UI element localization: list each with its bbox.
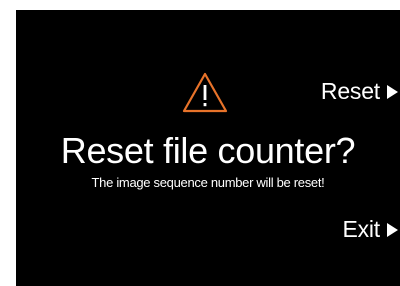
play-arrow-icon <box>387 222 398 237</box>
exit-button[interactable]: Exit <box>342 216 398 243</box>
warning-triangle-icon <box>182 72 228 113</box>
exit-button-label: Exit <box>342 216 380 242</box>
dialog-title: Reset file counter? <box>60 130 356 171</box>
camera-screen: Reset Reset file counter? The image sequ… <box>16 10 400 286</box>
reset-button[interactable]: Reset <box>321 78 398 105</box>
reset-button-label: Reset <box>320 78 380 104</box>
dialog-message: The image sequence number will be reset! <box>91 175 325 190</box>
play-arrow-icon <box>387 84 398 99</box>
